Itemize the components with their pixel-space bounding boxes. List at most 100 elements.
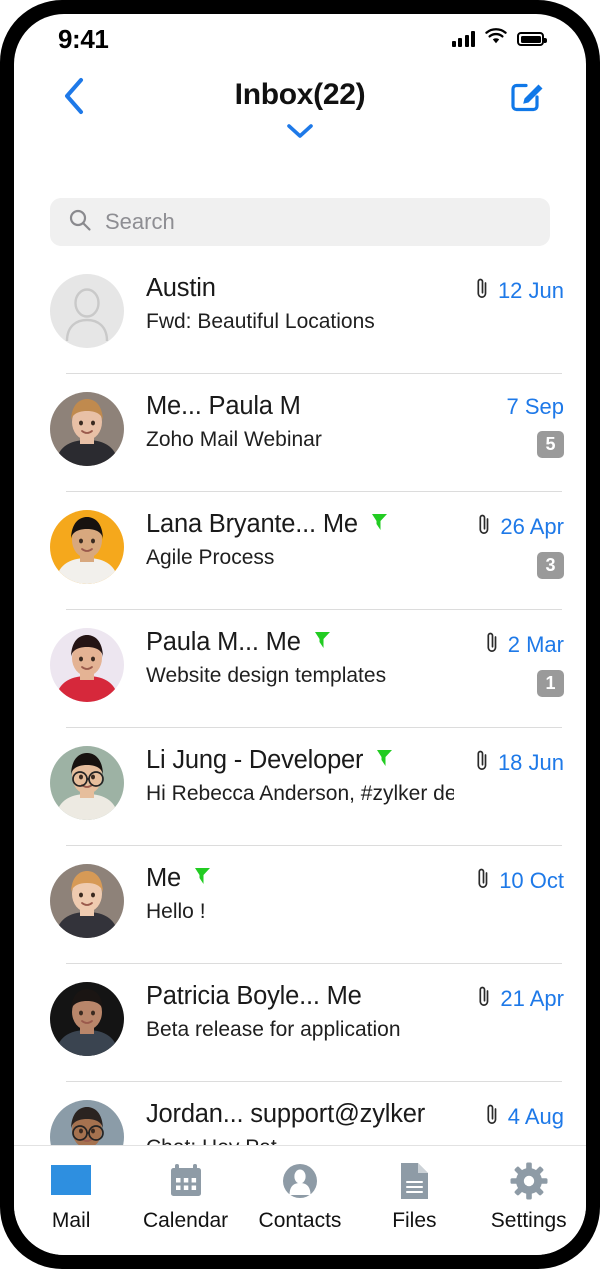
- mail-date: 4 Aug: [507, 1103, 564, 1129]
- status-bar-clock: 9:41: [58, 23, 109, 54]
- folder-dropdown-button[interactable]: [14, 122, 586, 145]
- flag-icon: [311, 628, 333, 657]
- tab-calendar[interactable]: Calendar: [131, 1160, 241, 1233]
- mail-subject: Fwd: Beautiful Locations: [146, 310, 375, 333]
- chevron-down-icon: [285, 122, 315, 145]
- compose-button[interactable]: [506, 76, 548, 118]
- mail-row[interactable]: Jordan... support@zylker Chat: Hey Pat 4 A…: [14, 1082, 586, 1145]
- mail-row-body: Patricia Boyle... Me Beta release for app…: [124, 980, 454, 1042]
- avatar: [50, 982, 124, 1056]
- mail-sender: Li Jung - Developer: [146, 746, 364, 774]
- paperclip-icon: [476, 512, 492, 541]
- mail-row-meta: 12 Jun: [454, 272, 564, 305]
- mail-row[interactable]: Li Jung - Developer Hi Rebecca Anderson, …: [14, 728, 586, 846]
- paperclip-icon: [484, 630, 500, 659]
- mail-row-body: Me... Paula M Zoho Mail Webinar: [124, 390, 454, 452]
- tab-files[interactable]: Files: [359, 1160, 469, 1233]
- tab-settings[interactable]: Settings: [474, 1160, 584, 1233]
- paperclip-icon: [475, 866, 491, 895]
- mail-row[interactable]: Patricia Boyle... Me Beta release for app…: [14, 964, 586, 1082]
- mail-row-body: Jordan... support@zylker Chat: Hey Pat: [124, 1098, 454, 1145]
- battery-full-icon: [517, 32, 547, 46]
- mail-subject: Chat: Hey Pat: [146, 1136, 454, 1145]
- mail-sender: Jordan... support@zylker: [146, 1100, 426, 1128]
- mail-row[interactable]: Me Hello ! 10 Oct: [14, 846, 586, 964]
- flag-icon: [373, 746, 395, 775]
- mail-row[interactable]: Lana Bryante... Me Agile Process 26 Apr 3: [14, 492, 586, 610]
- flag-icon: [191, 864, 213, 893]
- tab-mail[interactable]: Mail: [16, 1160, 126, 1233]
- mail-subject: Website design templates: [146, 664, 387, 687]
- avatar: [50, 274, 124, 348]
- page-title: Inbox(22): [234, 78, 366, 111]
- mail-row-body: Paula M... Me Website design templates: [124, 626, 454, 688]
- unread-count-badge: 3: [537, 552, 564, 579]
- mail-row-top: Me: [146, 864, 454, 893]
- mail-meta-line: 18 Jun: [474, 748, 564, 777]
- signal-bars-icon: [451, 31, 475, 47]
- mail-sender: Austin: [146, 274, 216, 302]
- mail-subject: Agile Process: [146, 546, 275, 569]
- mail-sender: Me: [146, 864, 182, 892]
- mail-subject: Hello !: [146, 900, 206, 923]
- mail-row[interactable]: Austin Fwd: Beautiful Locations 12 Jun: [14, 256, 586, 374]
- mail-row-top: Li Jung - Developer: [146, 746, 454, 775]
- mail-row-meta: 2 Mar 1: [454, 626, 564, 697]
- mail-row-meta: 18 Jun: [454, 744, 564, 777]
- mail-row-top: Me... Paula M: [146, 392, 454, 421]
- mail-row-meta: 7 Sep 5: [454, 390, 564, 458]
- mail-meta-line: 7 Sep: [507, 394, 565, 420]
- mail-meta-line: 12 Jun: [474, 276, 564, 305]
- mail-sender: Patricia Boyle... Me: [146, 982, 362, 1010]
- mail-row[interactable]: Me... Paula M Zoho Mail Webinar 7 Sep 5: [14, 374, 586, 492]
- mail-row[interactable]: Paula M... Me Website design templates 2 M…: [14, 610, 586, 728]
- avatar: [50, 392, 124, 466]
- mail-meta-line: 21 Apr: [476, 984, 564, 1013]
- search-input[interactable]: [105, 209, 532, 235]
- tab-label: Calendar: [142, 1209, 229, 1232]
- mail-row-meta: 26 Apr 3: [454, 508, 564, 579]
- mail-sender: Lana Bryante... Me: [146, 510, 358, 538]
- status-bar: 9:41: [14, 14, 586, 64]
- avatar: [50, 746, 124, 820]
- calendar-icon: [167, 1160, 205, 1202]
- status-bar-icons: [451, 27, 547, 51]
- mail-subject: Beta release for application: [146, 1018, 401, 1041]
- paperclip-icon: [474, 748, 490, 777]
- paperclip-icon: [474, 276, 490, 305]
- mail-row-top: Austin: [146, 274, 454, 303]
- unread-count-badge: 1: [537, 670, 564, 697]
- mail-row-top: Patricia Boyle... Me: [146, 982, 454, 1011]
- mail-date: 7 Sep: [506, 394, 565, 419]
- mail-row-top: Jordan... support@zylker: [146, 1100, 454, 1129]
- mail-date: 10 Oct: [499, 867, 564, 893]
- paperclip-icon: [484, 1102, 500, 1131]
- mail-row-body: Li Jung - Developer Hi Rebecca Anderson, …: [124, 744, 454, 806]
- mail-meta-line: 10 Oct: [475, 866, 564, 895]
- mail-row-meta: 4 Aug: [454, 1098, 564, 1131]
- mail-subject: Hi Rebecca Anderson, #zylker desk..: [146, 782, 454, 805]
- tab-label: Mail: [51, 1209, 91, 1232]
- files-icon: [397, 1160, 431, 1202]
- flag-icon: [368, 510, 390, 539]
- bottom-tab-bar[interactable]: Mail Calendar Contacts Files Settings: [14, 1145, 586, 1255]
- unread-count-badge: 5: [537, 431, 564, 458]
- mail-row-body: Austin Fwd: Beautiful Locations: [124, 272, 454, 334]
- mail-date: 26 Apr: [500, 513, 564, 539]
- mail-icon: [49, 1160, 93, 1202]
- mail-date: 18 Jun: [497, 749, 564, 775]
- settings-gear-icon: [510, 1160, 548, 1202]
- mail-list[interactable]: Austin Fwd: Beautiful Locations 12 Jun Me..…: [14, 256, 586, 1145]
- compose-icon: [507, 75, 547, 120]
- avatar: [50, 1100, 124, 1145]
- mail-meta-line: 26 Apr: [476, 512, 564, 541]
- mail-subject: Zoho Mail Webinar: [146, 428, 322, 451]
- mail-meta-line: 4 Aug: [484, 1102, 564, 1131]
- tab-contacts[interactable]: Contacts: [245, 1160, 355, 1233]
- mail-row-top: Paula M... Me: [146, 628, 454, 657]
- search-box[interactable]: [50, 198, 550, 246]
- search-bar[interactable]: [50, 198, 550, 246]
- avatar: [50, 628, 124, 702]
- mail-row-top: Lana Bryante... Me: [146, 510, 454, 539]
- mail-row-body: Me Hello !: [124, 862, 454, 924]
